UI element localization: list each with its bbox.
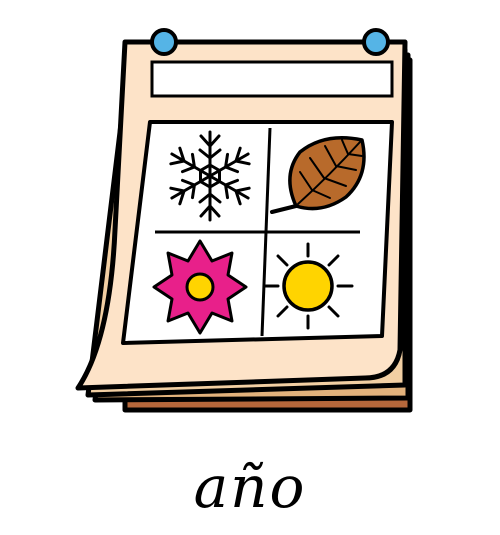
calendar-header-strip: [150, 60, 394, 98]
sun-icon: [262, 242, 354, 330]
pin-left-icon: [150, 28, 178, 56]
word-caption: año: [193, 453, 307, 521]
pin-right-icon: [362, 28, 390, 56]
flower-icon: [152, 239, 248, 335]
